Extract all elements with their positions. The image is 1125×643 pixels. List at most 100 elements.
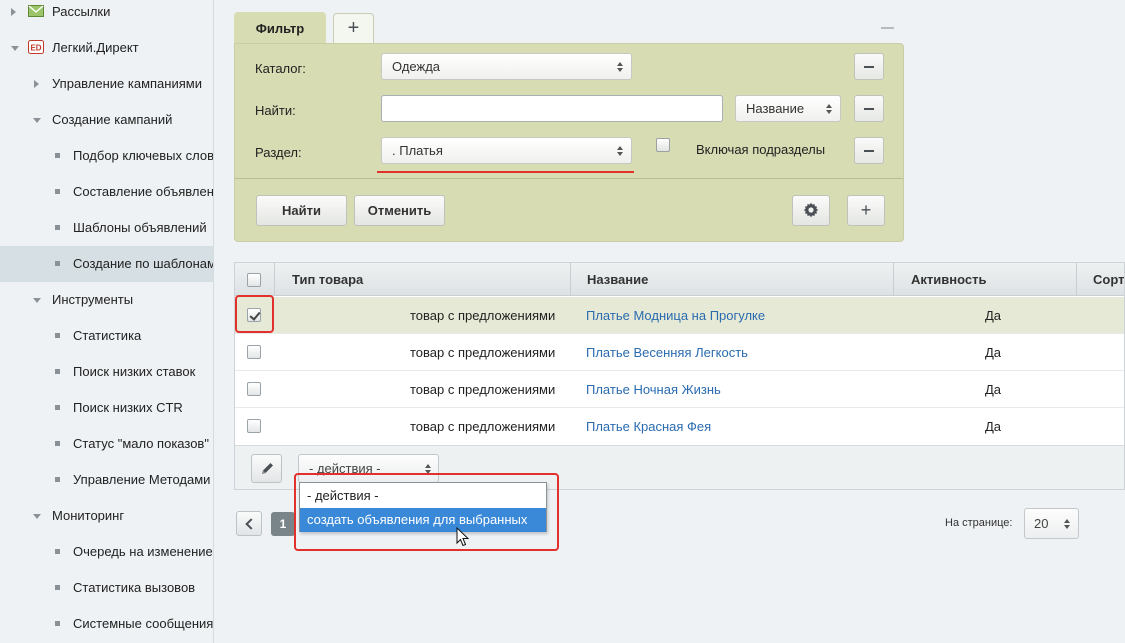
sidebar-item-system-messages[interactable]: Системные сообщения [0,606,214,642]
bullet-icon [55,189,60,194]
sidebar-item-label: Создание кампаний [52,112,173,127]
bullet-icon [55,333,60,338]
sidebar-item-easy-direct[interactable]: ED Легкий.Директ [0,30,213,66]
sidebar-item-ad-templates[interactable]: Шаблоны объявлений [0,210,213,246]
table-row[interactable]: товар с предложениями Платье Ночная Жизн… [235,371,1124,408]
collapse-arrow-icon[interactable] [11,46,19,51]
sidebar-item-statistics[interactable]: Статистика [0,318,213,354]
sidebar-item-low-bids[interactable]: Поиск низких ставок [0,354,213,390]
select-all-checkbox[interactable] [247,273,261,287]
sidebar-item-call-statistics[interactable]: Статистика вызовов [0,570,213,606]
find-field-select[interactable]: Название [735,95,841,122]
per-page-label: На странице: [945,517,1013,529]
add-filter-field-button[interactable]: + [847,195,885,226]
bullet-icon [55,477,60,482]
sidebar-item-label: Составление объявлений [73,184,214,199]
include-subsections-label: Включая подразделы [696,142,826,157]
catalog-label: Каталог: [255,61,306,76]
bullet-icon [55,405,60,410]
sidebar-item-label: Системные сообщения [73,616,214,631]
pager-page-1[interactable]: 1 [271,512,295,536]
column-header-sort[interactable]: Сорт [1077,263,1124,296]
catalog-select-value: Одежда [392,59,441,74]
find-button[interactable]: Найти [256,195,347,226]
sidebar-item-campaign-creation[interactable]: Создание кампаний [0,102,213,138]
section-select-value: . Платья [392,143,443,158]
pencil-icon [262,463,273,474]
products-grid: Тип товара Название Активность Сорт това… [234,262,1125,490]
row-name-link[interactable]: Платье Ночная Жизнь [586,371,721,408]
row-active: Да [985,419,1002,434]
row-checkbox[interactable] [247,419,261,433]
section-select[interactable]: . Платья [381,137,632,164]
collapse-filter-icon[interactable] [881,27,894,29]
per-page-select-value: 20 [1034,516,1049,531]
sidebar-item-monitoring[interactable]: Мониторинг [0,498,213,534]
column-header-type[interactable]: Тип товара [275,263,571,296]
tab-filter[interactable]: Фильтр [234,12,326,45]
filter-panel: Каталог: Одежда Найти: Название Раздел: … [234,43,904,242]
sidebar-item-label: Инструменты [52,292,134,307]
add-filter-tab-button[interactable]: + [333,13,374,43]
column-header-active[interactable]: Активность [894,263,1077,296]
sidebar-item-keyword-selection[interactable]: Подбор ключевых слов [0,138,214,174]
sidebar: Рассылки ED Легкий.Директ Управление кам… [0,0,214,643]
include-subsections-checkbox[interactable] [656,138,670,152]
sidebar-item-campaign-management[interactable]: Управление кампаниями [0,66,213,102]
collapse-arrow-icon[interactable] [33,118,41,123]
row-active: Да [985,345,1002,360]
updown-arrow-icon [617,62,623,72]
row-type: товар с предложениями [410,382,556,397]
sidebar-item-label: Подбор ключевых слов [73,148,214,163]
row-checkbox[interactable] [247,345,261,359]
cancel-button[interactable]: Отменить [354,195,445,226]
grid-header: Тип товара Название Активность Сорт [235,263,1124,296]
sidebar-item-ad-composing[interactable]: Составление объявлений [0,174,214,210]
sidebar-item-create-by-templates[interactable]: Создание по шаблонам [0,246,213,282]
find-field-select-value: Название [746,101,805,116]
sidebar-item-mailing[interactable]: Рассылки [0,0,213,30]
remove-section-filter-button[interactable] [854,137,884,164]
filter-settings-button[interactable] [792,195,830,226]
catalog-select[interactable]: Одежда [381,53,632,80]
pager-prev-button[interactable] [236,511,262,536]
find-input[interactable] [381,95,723,122]
edit-button[interactable] [251,454,282,483]
row-name-link[interactable]: Платье Весенняя Легкость [586,334,748,371]
highlight-underline [377,171,634,173]
sidebar-item-few-impressions[interactable]: Статус "мало показов" [0,426,213,462]
expand-arrow-icon[interactable] [34,80,39,88]
table-row[interactable]: товар с предложениями Платье Красная Фея… [235,408,1124,445]
sidebar-item-label: Очередь на изменение [73,544,213,559]
sidebar-item-label: Управление Методами [73,472,211,487]
sidebar-item-label: Статус "мало показов" [73,436,209,451]
remove-catalog-filter-button[interactable] [854,53,884,80]
sidebar-item-change-queue[interactable]: Очередь на изменение [0,534,213,570]
section-label: Раздел: [255,145,302,160]
sidebar-item-label: Поиск низких ставок [73,364,196,379]
table-row[interactable]: товар с предложениями Платье Модница на … [235,297,1124,334]
sidebar-item-tools[interactable]: Инструменты [0,282,213,318]
collapse-arrow-icon[interactable] [33,514,41,519]
row-active: Да [985,382,1002,397]
bullet-icon [55,549,60,554]
row-name-link[interactable]: Платье Красная Фея [586,408,711,445]
column-header-name[interactable]: Название [571,263,894,296]
highlight-box-dropdown [294,473,559,551]
sidebar-item-low-ctr[interactable]: Поиск низких CTR [0,390,213,426]
svg-text:ED: ED [30,44,41,53]
row-name-link[interactable]: Платье Модница на Прогулке [586,297,765,334]
sidebar-item-methods-management[interactable]: Управление Методами [0,462,213,498]
expand-arrow-icon[interactable] [11,8,16,16]
filter-divider [235,178,903,179]
row-checkbox[interactable] [247,382,261,396]
table-row[interactable]: товар с предложениями Платье Весенняя Ле… [235,334,1124,371]
remove-find-filter-button[interactable] [854,95,884,122]
per-page-select[interactable]: 20 [1024,508,1079,539]
collapse-arrow-icon[interactable] [33,298,41,303]
row-type: товар с предложениями [410,419,556,434]
sidebar-item-label: Легкий.Директ [52,40,139,55]
bullet-icon [55,585,60,590]
row-type: товар с предложениями [410,345,556,360]
select-all-cell [235,263,275,296]
